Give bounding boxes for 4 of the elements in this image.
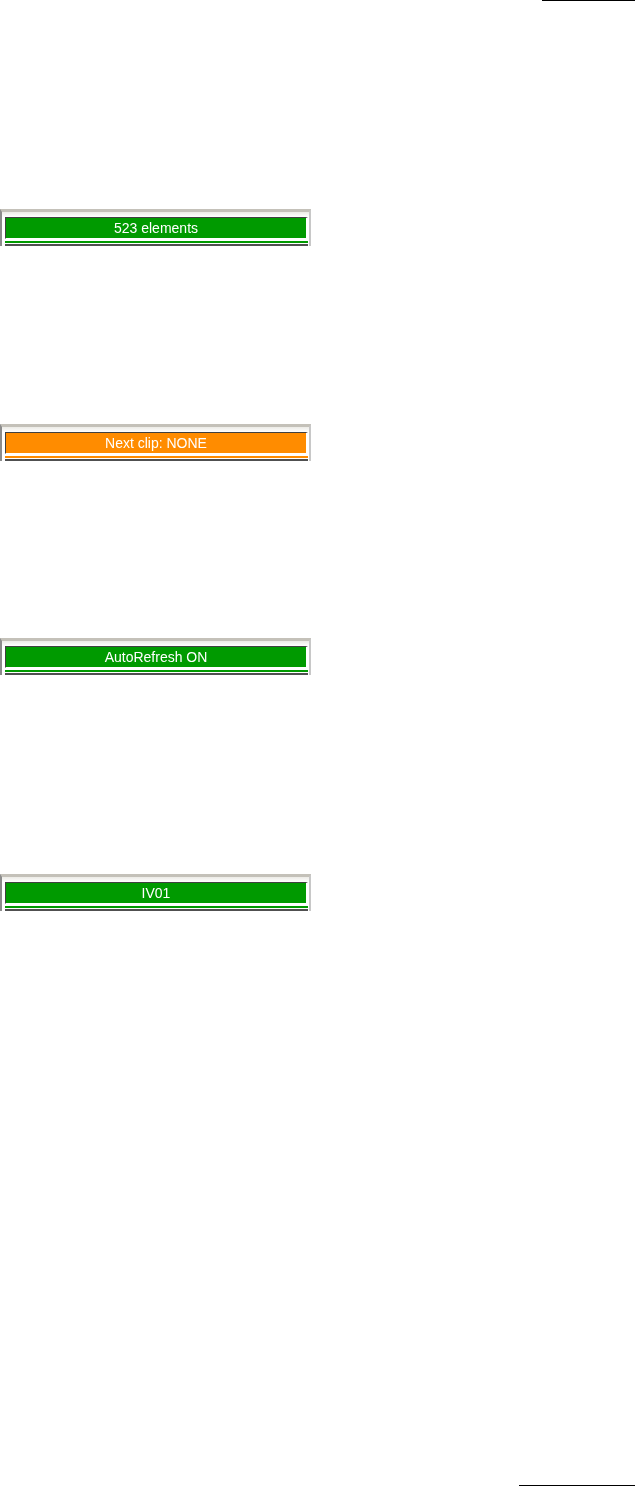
status-bar: 523 elements <box>5 217 308 239</box>
status-bar: IV01 <box>5 882 308 904</box>
status-bar: Next clip: NONE <box>5 432 308 454</box>
status-bar: AutoRefresh ON <box>5 646 308 668</box>
